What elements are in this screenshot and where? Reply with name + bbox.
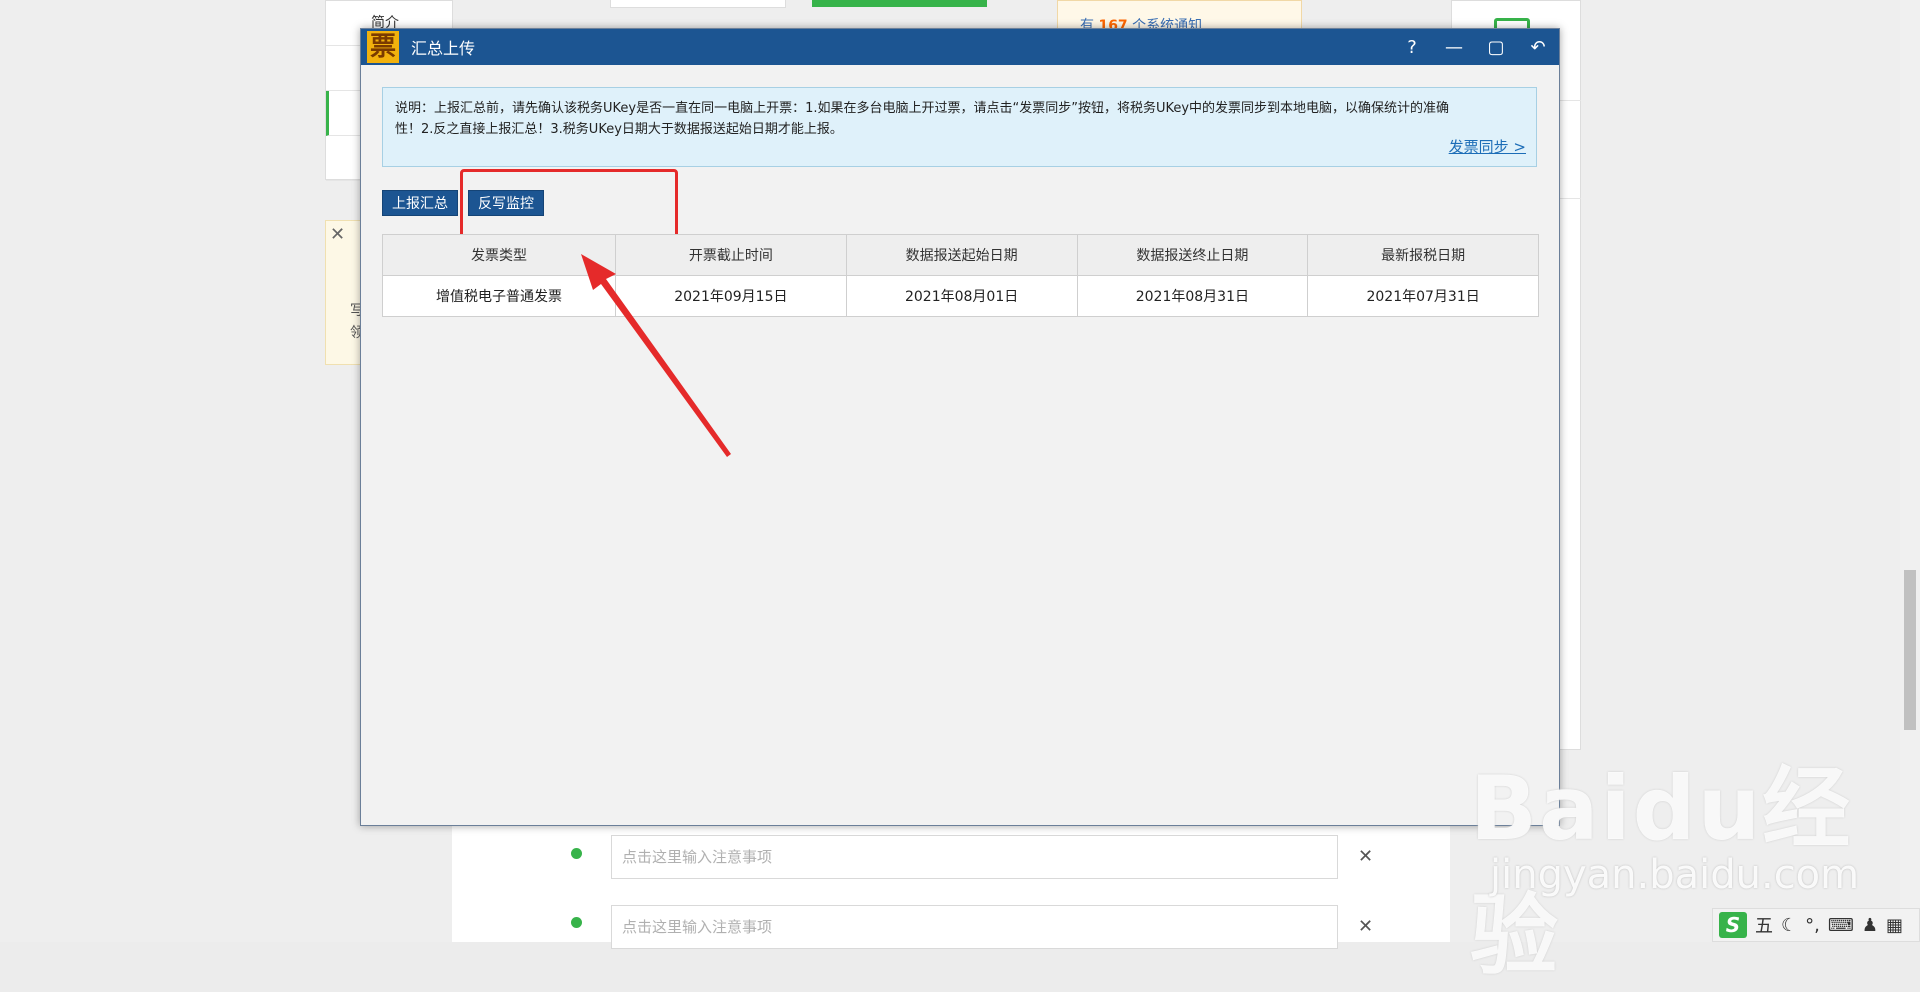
search-box-edge [610, 0, 786, 8]
column-header: 最新报税日期 [1307, 234, 1539, 276]
window-controls: ? — ▢ ↶ [1401, 29, 1549, 65]
moon-icon[interactable]: ☾ [1781, 915, 1797, 936]
watermark-brand: Bai [1470, 757, 1633, 860]
ime-toolbar: S 五 ☾ °, ⌨ ♟ ▦ [1712, 908, 1920, 942]
sogou-logo-icon[interactable]: S [1719, 912, 1747, 938]
help-icon[interactable]: ? [1401, 37, 1423, 58]
summary-table: 发票类型 开票截止时间 数据报送起始日期 数据报送终止日期 最新报税日期 增值税… [382, 234, 1539, 317]
green-progress-bar [812, 0, 987, 7]
report-summary-button[interactable]: 上报汇总 [382, 190, 458, 216]
note-input[interactable]: 点击这里输入注意事项 [611, 835, 1338, 879]
punctuation-icon[interactable]: °, [1805, 915, 1820, 936]
close-icon[interactable]: ✕ [330, 224, 345, 245]
delete-icon[interactable]: ✕ [1358, 846, 1373, 867]
invoice-sync-link[interactable]: 发票同步 > [1449, 137, 1526, 158]
summary-upload-dialog: 票 汇总上传 ? — ▢ ↶ 说明：上报汇总前，请先确认该税务UKey是否一直在… [360, 28, 1560, 826]
column-header: 数据报送起始日期 [845, 234, 1078, 276]
table-cell: 2021年08月31日 [1076, 275, 1309, 317]
watermark-url: jingyan.baidu.com [1490, 852, 1860, 898]
table-header-row: 发票类型 开票截止时间 数据报送起始日期 数据报送终止日期 最新报税日期 [382, 234, 1539, 276]
user-icon[interactable]: ♟ [1862, 915, 1878, 936]
scrollbar-thumb[interactable] [1904, 570, 1916, 730]
table-row[interactable]: 增值税电子普通发票 2021年09月15日 2021年08月01日 2021年0… [382, 275, 1539, 317]
delete-icon[interactable]: ✕ [1358, 916, 1373, 937]
note-dot-icon [571, 848, 582, 859]
column-header: 数据报送终止日期 [1076, 234, 1309, 276]
maximize-icon[interactable]: ▢ [1485, 37, 1507, 58]
table-cell: 2021年08月01日 [845, 275, 1078, 317]
watermark-brand-tail: du [1632, 757, 1763, 860]
back-icon[interactable]: ↶ [1527, 37, 1549, 58]
input-mode-indicator[interactable]: 五 [1755, 912, 1773, 938]
keyboard-icon[interactable]: ⌨ [1828, 915, 1854, 936]
dialog-titlebar: 票 汇总上传 ? — ▢ ↶ [361, 29, 1559, 65]
info-box: 说明：上报汇总前，请先确认该税务UKey是否一直在同一电脑上开票：1.如果在多台… [382, 87, 1537, 167]
info-text: 说明：上报汇总前，请先确认该税务UKey是否一直在同一电脑上开票：1.如果在多台… [395, 101, 1450, 137]
invoice-logo-icon: 票 [367, 31, 399, 63]
grid-icon[interactable]: ▦ [1886, 915, 1903, 936]
dialog-title: 汇总上传 [411, 39, 476, 58]
note-input[interactable]: 点击这里输入注意事项 [611, 905, 1338, 949]
red-arrow-annotation [581, 254, 731, 457]
table-cell: 2021年07月31日 [1307, 275, 1539, 317]
minimize-icon[interactable]: — [1443, 37, 1465, 58]
note-dot-icon [571, 917, 582, 928]
